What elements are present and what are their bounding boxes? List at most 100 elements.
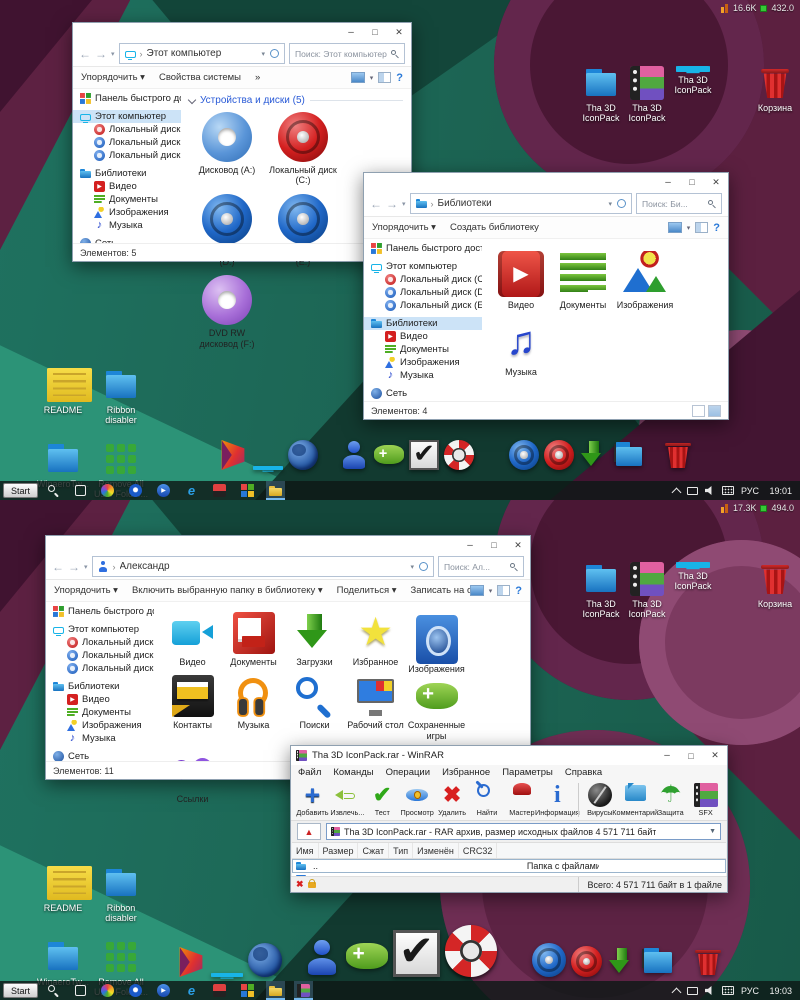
dock-item[interactable]: [445, 925, 497, 982]
toolbar-button[interactable]: Свойства системы: [159, 72, 241, 83]
dock-item[interactable]: [374, 440, 404, 475]
desktop-icon[interactable]: WinaeroTw...: [34, 940, 92, 987]
minimize-icon[interactable]: [655, 746, 679, 765]
sidebar-item[interactable]: Локальный диск (E:): [46, 662, 154, 675]
forward-icon[interactable]: →: [95, 48, 107, 60]
forward-icon[interactable]: →: [68, 561, 80, 573]
dock-item[interactable]: [509, 440, 539, 475]
minimize-icon[interactable]: [339, 23, 363, 41]
sidebar-item[interactable]: Локальный диск (D:): [46, 649, 154, 662]
volume-icon[interactable]: [705, 986, 715, 995]
help-icon[interactable]: ?: [396, 72, 403, 84]
dock-item[interactable]: [393, 930, 440, 982]
toolbar-button[interactable]: Поделиться ▾: [337, 585, 397, 596]
sidebar-item[interactable]: Изображения: [364, 356, 482, 369]
sidebar-item[interactable]: Музыка: [46, 732, 154, 745]
sidebar-item[interactable]: Локальный диск (D:): [73, 136, 181, 149]
sidebar-item[interactable]: Музыка: [73, 219, 181, 232]
menu-item[interactable]: Параметры: [502, 767, 553, 778]
column-header[interactable]: Размер: [319, 843, 359, 858]
help-icon[interactable]: ?: [515, 585, 522, 597]
dock-item[interactable]: [693, 947, 723, 982]
clock[interactable]: 19:03: [766, 986, 792, 996]
address-caret-icon[interactable]: ▾: [410, 563, 414, 571]
sidebar-item[interactable]: Этот компьютер: [46, 623, 154, 636]
file-item[interactable]: Музыка: [223, 675, 284, 741]
change-view-icon[interactable]: [668, 222, 682, 233]
network-icon[interactable]: [687, 987, 698, 995]
close-icon[interactable]: [704, 173, 728, 191]
sidebar-item[interactable]: Этот компьютер: [364, 260, 482, 273]
clock[interactable]: 19:01: [766, 486, 792, 496]
dock-item[interactable]: [409, 440, 439, 475]
sidebar-item[interactable]: Документы: [46, 706, 154, 719]
sidebar-item[interactable]: Локальный диск (D:): [364, 286, 482, 299]
sidebar-item[interactable]: Документы: [364, 343, 482, 356]
menu-item[interactable]: Файл: [298, 767, 321, 778]
taskbar-app[interactable]: [266, 481, 285, 500]
toolbar-button[interactable]: Упорядочить ▾: [372, 222, 436, 233]
forward-icon[interactable]: →: [386, 198, 398, 210]
dock-item[interactable]: [303, 939, 341, 982]
file-item[interactable]: Сохраненные игры: [406, 675, 467, 741]
table-row[interactable]: .. Папка с файлами: [292, 859, 726, 873]
sidebar-item[interactable]: Этот компьютер: [73, 110, 181, 123]
touch-keyboard-icon[interactable]: [722, 486, 734, 495]
taskbar-app[interactable]: [72, 481, 89, 500]
language-indicator[interactable]: РУС: [741, 486, 759, 496]
search-input[interactable]: Поиск: Ал...: [438, 556, 524, 577]
desktop-icon[interactable]: Корзина: [752, 66, 798, 113]
desktop-icon[interactable]: Корзина: [752, 562, 798, 609]
address-caret-icon[interactable]: ▾: [261, 50, 265, 58]
dock-item[interactable]: [571, 946, 602, 982]
maximize-icon[interactable]: [363, 23, 387, 41]
address-bar[interactable]: › Библиотеки ▾: [410, 193, 632, 214]
toolbar-button[interactable]: Просмотр: [400, 783, 435, 817]
dock-item[interactable]: [253, 457, 283, 475]
toolbar-button[interactable]: Удалить: [435, 783, 470, 817]
preview-pane-icon[interactable]: [497, 585, 510, 596]
up-directory-icon[interactable]: ▲: [297, 823, 321, 840]
sidebar-item[interactable]: Видео: [46, 693, 154, 706]
sidebar-item[interactable]: Локальный диск (C:): [46, 636, 154, 649]
toolbar-button[interactable]: Включить выбранную папку в библиотеку ▾: [132, 585, 323, 596]
file-item[interactable]: DVD RW дисковод (F:): [189, 275, 265, 349]
view-caret-icon[interactable]: ▾: [687, 224, 691, 232]
taskbar-app[interactable]: [44, 981, 63, 1000]
tray-chevron-icon[interactable]: [672, 987, 682, 997]
desktop-icon[interactable]: Tha 3D IconPack: [624, 562, 670, 620]
dock-item[interactable]: [444, 440, 474, 475]
maximize-icon[interactable]: [679, 746, 703, 765]
history-caret-icon[interactable]: ▾: [84, 563, 88, 571]
toolbar-button[interactable]: Извлечь...: [330, 783, 365, 817]
dock-item[interactable]: [176, 947, 206, 982]
list-view-icon[interactable]: [692, 405, 705, 417]
taskbar-app[interactable]: [210, 481, 229, 500]
minimize-icon[interactable]: [458, 536, 482, 554]
change-view-icon[interactable]: [470, 585, 484, 596]
language-indicator[interactable]: РУС: [741, 986, 759, 996]
sidebar-item[interactable]: Изображения: [46, 719, 154, 732]
volume-icon[interactable]: [705, 486, 715, 495]
file-item[interactable]: Локальный диск (C:): [265, 112, 341, 186]
taskbar-app[interactable]: [154, 481, 173, 500]
desktop-icon[interactable]: Tha 3D IconPack: [624, 66, 670, 124]
back-icon[interactable]: ←: [79, 48, 91, 60]
dock-item[interactable]: [532, 943, 566, 982]
desktop-icon[interactable]: Ribbon disabler: [92, 866, 150, 924]
sidebar-item[interactable]: Сеть: [364, 387, 482, 400]
history-caret-icon[interactable]: ▾: [111, 50, 115, 58]
file-item[interactable]: Документы: [552, 251, 614, 310]
toolbar-button[interactable]: Комментарий: [617, 783, 653, 817]
view-caret-icon[interactable]: ▾: [489, 587, 493, 595]
thumbnail-view-icon[interactable]: [708, 405, 721, 417]
sidebar-item[interactable]: Видео: [364, 330, 482, 343]
sidebar-item[interactable]: Библиотеки: [73, 167, 181, 180]
history-caret-icon[interactable]: ▾: [402, 200, 406, 208]
taskbar-app[interactable]: [210, 981, 229, 1000]
sidebar-item[interactable]: Локальный диск (E:): [73, 149, 181, 162]
sidebar-item[interactable]: Панель быстрого досту: [73, 92, 181, 105]
start-button[interactable]: Start: [3, 983, 38, 998]
taskbar-app[interactable]: [182, 481, 201, 500]
file-item[interactable]: Загрузки: [284, 612, 345, 667]
